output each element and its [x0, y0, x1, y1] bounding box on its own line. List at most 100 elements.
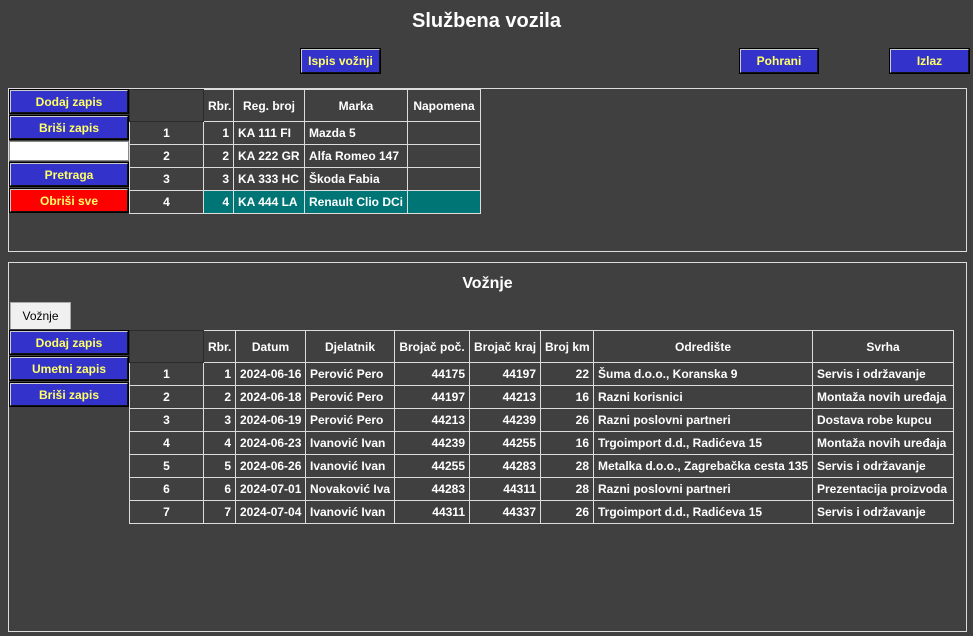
- row-header[interactable]: 2: [129, 385, 204, 409]
- row-header[interactable]: 5: [129, 454, 204, 478]
- destination-cell[interactable]: Razni korisnici: [593, 385, 813, 409]
- purpose-cell[interactable]: Servis i održavanje: [812, 362, 954, 386]
- table-row[interactable]: 1 1 2024-06-16 Perović Pero 44175 44197 …: [129, 362, 954, 386]
- rbr-cell[interactable]: 6: [203, 477, 236, 501]
- table-row[interactable]: 1 1 KA 111 FI Mazda 5: [129, 121, 481, 145]
- odometer-end-cell[interactable]: 44239: [469, 408, 541, 432]
- odometer-end-cell[interactable]: 44311: [469, 477, 541, 501]
- trips-delete-button[interactable]: Briši zapis: [9, 382, 129, 407]
- marka-cell[interactable]: Renault Clio DCi: [304, 190, 408, 214]
- column-header[interactable]: Rbr.: [203, 330, 236, 363]
- column-header[interactable]: Datum: [235, 330, 306, 363]
- vehicles-clear-all-button[interactable]: Obriši sve: [9, 188, 129, 213]
- odometer-start-cell[interactable]: 44311: [394, 500, 470, 524]
- table-row[interactable]: 3 3 2024-06-19 Perović Pero 44213 44239 …: [129, 408, 954, 432]
- km-cell[interactable]: 26: [540, 500, 594, 524]
- table-row[interactable]: 3 3 KA 333 HC Škoda Fabia: [129, 167, 481, 191]
- destination-cell[interactable]: Šuma d.o.o., Koranska 9: [593, 362, 813, 386]
- employee-cell[interactable]: Ivanović Ivan: [305, 454, 395, 478]
- row-header[interactable]: 1: [129, 121, 204, 145]
- print-trips-button[interactable]: Ispis vožnji: [300, 48, 381, 74]
- column-header[interactable]: Broj km: [540, 330, 594, 363]
- reg-cell[interactable]: KA 333 HC: [233, 167, 305, 191]
- km-cell[interactable]: 22: [540, 362, 594, 386]
- rbr-cell[interactable]: 1: [203, 121, 234, 145]
- purpose-cell[interactable]: Montaža novih uređaja: [812, 431, 954, 455]
- odometer-end-cell[interactable]: 44213: [469, 385, 541, 409]
- table-row[interactable]: 2 2 2024-06-18 Perović Pero 44197 44213 …: [129, 385, 954, 409]
- destination-cell[interactable]: Trgoimport d.d., Radićeva 15: [593, 431, 813, 455]
- rbr-cell[interactable]: 5: [203, 454, 236, 478]
- purpose-cell[interactable]: Servis i održavanje: [812, 454, 954, 478]
- rbr-cell[interactable]: 3: [203, 167, 234, 191]
- marka-cell[interactable]: Alfa Romeo 147: [304, 144, 408, 168]
- date-cell[interactable]: 2024-07-04: [235, 500, 306, 524]
- destination-cell[interactable]: Metalka d.o.o., Zagrebačka cesta 135: [593, 454, 813, 478]
- reg-cell[interactable]: KA 222 GR: [233, 144, 305, 168]
- rbr-cell[interactable]: 2: [203, 385, 236, 409]
- save-button[interactable]: Pohrani: [739, 48, 819, 74]
- date-cell[interactable]: 2024-06-23: [235, 431, 306, 455]
- date-cell[interactable]: 2024-06-16: [235, 362, 306, 386]
- column-header[interactable]: Marka: [304, 89, 408, 122]
- table-row[interactable]: 2 2 KA 222 GR Alfa Romeo 147: [129, 144, 481, 168]
- purpose-cell[interactable]: Prezentacija proizvoda: [812, 477, 954, 501]
- destination-cell[interactable]: Razni poslovni partneri: [593, 408, 813, 432]
- km-cell[interactable]: 16: [540, 431, 594, 455]
- purpose-cell[interactable]: Servis i održavanje: [812, 500, 954, 524]
- reg-cell[interactable]: KA 444 LA: [233, 190, 305, 214]
- odometer-end-cell[interactable]: 44337: [469, 500, 541, 524]
- date-cell[interactable]: 2024-06-18: [235, 385, 306, 409]
- date-cell[interactable]: 2024-06-19: [235, 408, 306, 432]
- purpose-cell[interactable]: Dostava robe kupcu: [812, 408, 954, 432]
- odometer-end-cell[interactable]: 44283: [469, 454, 541, 478]
- vehicles-add-button[interactable]: Dodaj zapis: [9, 89, 129, 114]
- employee-cell[interactable]: Perović Pero: [305, 362, 395, 386]
- purpose-cell[interactable]: Montaža novih uređaja: [812, 385, 954, 409]
- employee-cell[interactable]: Ivanović Ivan: [305, 431, 395, 455]
- row-header[interactable]: 4: [129, 431, 204, 455]
- employee-cell[interactable]: Novaković Iva: [305, 477, 395, 501]
- column-header[interactable]: Brojač kraj: [469, 330, 541, 363]
- km-cell[interactable]: 26: [540, 408, 594, 432]
- odometer-start-cell[interactable]: 44283: [394, 477, 470, 501]
- row-header[interactable]: 1: [129, 362, 204, 386]
- destination-cell[interactable]: Trgoimport d.d., Radićeva 15: [593, 500, 813, 524]
- table-row[interactable]: 4 4 2024-06-23 Ivanović Ivan 44239 44255…: [129, 431, 954, 455]
- marka-cell[interactable]: Škoda Fabia: [304, 167, 408, 191]
- rbr-cell[interactable]: 2: [203, 144, 234, 168]
- odometer-start-cell[interactable]: 44255: [394, 454, 470, 478]
- row-header[interactable]: 3: [129, 167, 204, 191]
- column-header[interactable]: Rbr.: [203, 89, 234, 122]
- napomena-cell[interactable]: [407, 167, 481, 191]
- column-header[interactable]: Svrha: [812, 330, 954, 363]
- table-row[interactable]: 6 6 2024-07-01 Novaković Iva 44283 44311…: [129, 477, 954, 501]
- marka-cell[interactable]: Mazda 5: [304, 121, 408, 145]
- column-header[interactable]: Djelatnik: [305, 330, 395, 363]
- trips-insert-button[interactable]: Umetni zapis: [9, 356, 129, 381]
- table-row-selected[interactable]: 4 4 KA 444 LA Renault Clio DCi: [129, 190, 481, 214]
- employee-cell[interactable]: Ivanović Ivan: [305, 500, 395, 524]
- odometer-start-cell[interactable]: 44197: [394, 385, 470, 409]
- napomena-cell[interactable]: [407, 190, 481, 214]
- table-row[interactable]: 7 7 2024-07-04 Ivanović Ivan 44311 44337…: [129, 500, 954, 524]
- column-header[interactable]: Reg. broj: [233, 89, 305, 122]
- km-cell[interactable]: 28: [540, 477, 594, 501]
- column-header[interactable]: Odredište: [593, 330, 813, 363]
- employee-cell[interactable]: Perović Pero: [305, 408, 395, 432]
- napomena-cell[interactable]: [407, 144, 481, 168]
- tab-voznje[interactable]: Vožnje: [10, 302, 71, 329]
- rbr-cell[interactable]: 4: [203, 190, 234, 214]
- km-cell[interactable]: 28: [540, 454, 594, 478]
- rbr-cell[interactable]: 3: [203, 408, 236, 432]
- row-header[interactable]: 2: [129, 144, 204, 168]
- rbr-cell[interactable]: 7: [203, 500, 236, 524]
- reg-cell[interactable]: KA 111 FI: [233, 121, 305, 145]
- row-header[interactable]: 3: [129, 408, 204, 432]
- vehicles-search-input[interactable]: [9, 141, 129, 161]
- date-cell[interactable]: 2024-06-26: [235, 454, 306, 478]
- row-header[interactable]: 7: [129, 500, 204, 524]
- vehicles-delete-button[interactable]: Briši zapis: [9, 115, 129, 140]
- employee-cell[interactable]: Perović Pero: [305, 385, 395, 409]
- rbr-cell[interactable]: 1: [203, 362, 236, 386]
